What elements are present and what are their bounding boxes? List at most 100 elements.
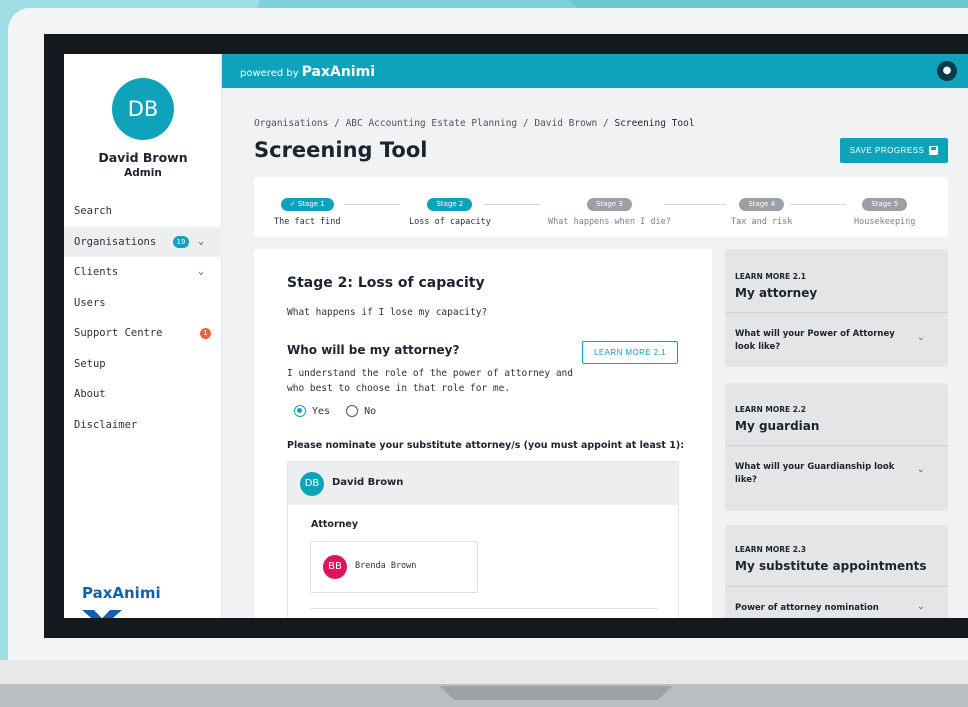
stage-2-pill: Stage 2 xyxy=(427,198,473,211)
learn-more-title: My attorney xyxy=(735,286,818,300)
stage-5-step[interactable]: Stage 5 Housekeeping xyxy=(854,191,915,227)
divider xyxy=(725,445,948,446)
chevron-down-icon[interactable]: ⌄ xyxy=(198,227,204,258)
sidebar-item-setup[interactable]: Setup xyxy=(64,349,222,380)
question-text: I understand the role of the power of at… xyxy=(287,368,573,394)
page-title: Screening Tool xyxy=(254,138,428,162)
stepper-connector xyxy=(344,204,400,205)
sidebar-item-about[interactable]: About xyxy=(64,379,222,410)
nominate-instruction: Please nominate your substitute attorney… xyxy=(287,440,684,451)
main-content: Organisations / ABC Accounting Estate Pl… xyxy=(222,88,968,618)
laptop-base xyxy=(0,660,968,686)
divider xyxy=(725,586,948,587)
nominee-avatar: DB xyxy=(300,472,324,496)
breadcrumb: Organisations / ABC Accounting Estate Pl… xyxy=(254,118,695,129)
sidebar-item-disclaimer[interactable]: Disclaimer xyxy=(64,410,222,441)
stage-1-label: The fact find xyxy=(274,217,341,227)
powered-by: powered by PaxAnimi xyxy=(240,64,375,80)
learn-more-question[interactable]: What will your Guardianship look like? xyxy=(735,461,905,487)
user-role: Admin xyxy=(124,167,162,179)
sidebar-item-label: Users xyxy=(74,296,106,309)
breadcrumb-link[interactable]: Organisations xyxy=(254,118,328,129)
sidebar-item-search[interactable]: Search xyxy=(64,196,222,227)
nominee-header[interactable]: DB David Brown xyxy=(288,462,678,505)
learn-more-title: My substitute appointments xyxy=(735,559,927,573)
breadcrumb-separator: / xyxy=(522,118,529,129)
nominee-panel: DB David Brown Attorney BB Brenda Brown xyxy=(287,461,679,618)
divider xyxy=(310,608,658,609)
stage-3-pill: Stage 3 xyxy=(586,198,632,211)
save-icon xyxy=(929,146,939,155)
logo-mark-icon xyxy=(82,610,122,618)
stage-4-pill: Stage 4 xyxy=(739,198,785,211)
learn-more-question[interactable]: What will your Power of Attorney look li… xyxy=(735,328,905,354)
sidebar-item-label: Organisations xyxy=(74,235,157,248)
save-progress-button[interactable]: SAVE PROGRESS xyxy=(840,138,948,163)
chevron-down-icon[interactable]: ⌄ xyxy=(917,602,925,612)
sidebar-nav: Search Organisations 19 ⌄ Clients ⌄ User… xyxy=(64,196,222,440)
breadcrumb-current: Screening Tool xyxy=(614,118,695,129)
user-avatar[interactable]: DB xyxy=(112,78,174,140)
question-title: Who will be my attorney? xyxy=(287,343,460,357)
sidebar-item-label: Search xyxy=(74,205,112,217)
stage-5-label: Housekeeping xyxy=(854,217,916,227)
stepper-connector xyxy=(484,204,540,205)
stepper-connector xyxy=(664,204,726,205)
attorney-name: Brenda Brown xyxy=(355,561,417,571)
sidebar-item-clients[interactable]: Clients ⌄ xyxy=(64,257,222,288)
footer-logo: PaxAnimi xyxy=(82,584,161,602)
learn-more-title: My guardian xyxy=(735,419,820,433)
radio-yes[interactable] xyxy=(294,405,306,417)
breadcrumb-separator: / xyxy=(334,118,340,129)
attorney-card[interactable]: BB Brenda Brown xyxy=(310,541,478,593)
stage-2-step[interactable]: Stage 2 Loss of capacity xyxy=(409,191,491,227)
user-name: David Brown xyxy=(98,150,188,165)
stage-2-label: Loss of capacity xyxy=(409,217,491,227)
stage-4-step[interactable]: Stage 4 Tax and risk xyxy=(731,191,792,227)
save-progress-label: SAVE PROGRESS xyxy=(849,146,925,155)
breadcrumb-link[interactable]: ABC Accounting Estate Planning xyxy=(346,118,518,129)
sidebar: DB David Brown Admin Search Organisation… xyxy=(64,54,222,618)
radio-yes-label: Yes xyxy=(312,405,331,417)
chevron-down-icon[interactable]: ⌄ xyxy=(917,333,925,343)
sidebar-item-users[interactable]: Users xyxy=(64,288,222,319)
yes-no-radio-group: Yes No xyxy=(294,405,376,417)
stage-4-label: Tax and risk xyxy=(731,217,793,227)
attorney-avatar: BB xyxy=(323,555,347,579)
radio-no[interactable] xyxy=(346,405,359,417)
chevron-down-icon[interactable]: ⌄ xyxy=(917,465,925,475)
breadcrumb-link[interactable]: David Brown xyxy=(534,118,597,129)
learn-more-kicker: LEARN MORE 2.2 xyxy=(735,405,807,414)
count-badge: 19 xyxy=(173,235,189,248)
attorney-label: Attorney xyxy=(311,519,359,530)
radio-no-label: No xyxy=(364,405,377,417)
stage-3-step[interactable]: Stage 3 What happens when I die? xyxy=(548,191,671,227)
brand-logo[interactable]: PaxAnimi xyxy=(302,64,375,80)
stage-1-step[interactable]: ✓ Stage 1 The fact find xyxy=(274,191,341,227)
sidebar-item-label: Setup xyxy=(74,357,106,370)
learn-more-panel-2-3: LEARN MORE 2.3 My substitute appointment… xyxy=(725,525,948,618)
learn-more-question[interactable]: Power of attorney nomination xyxy=(735,602,905,615)
stage-content-card: Stage 2: Loss of capacity What happens i… xyxy=(254,249,712,618)
sidebar-item-label: Disclaimer xyxy=(74,418,138,431)
learn-more-panel-2-1: LEARN MORE 2.1 My attorney What will you… xyxy=(725,249,948,367)
user-menu-icon[interactable]: ● xyxy=(937,61,957,81)
sidebar-item-support-centre[interactable]: Support Centre 1 xyxy=(64,318,222,349)
learn-more-button[interactable]: LEARN MORE 2.1 xyxy=(582,341,678,364)
nominee-name: David Brown xyxy=(332,477,404,488)
sidebar-item-label: Clients xyxy=(74,266,119,278)
learn-more-kicker: LEARN MORE 2.3 xyxy=(735,545,807,554)
sidebar-item-label: About xyxy=(74,388,106,400)
learn-more-kicker: LEARN MORE 2.1 xyxy=(735,272,807,281)
chevron-down-icon[interactable]: ⌄ xyxy=(198,257,204,288)
stage-subtitle: What happens if I lose my capacity? xyxy=(287,307,488,318)
divider xyxy=(725,312,948,313)
sidebar-item-organisations[interactable]: Organisations 19 ⌄ xyxy=(64,226,222,258)
stage-stepper: ✓ Stage 1 The fact find Stage 2 Loss of … xyxy=(254,177,948,237)
stage-title: Stage 2: Loss of capacity xyxy=(287,275,485,291)
stage-5-pill: Stage 5 xyxy=(862,198,908,211)
app-screen: DB David Brown Admin Search Organisation… xyxy=(64,54,968,618)
breadcrumb-separator: / xyxy=(603,118,609,129)
top-bar: powered by PaxAnimi ● xyxy=(222,54,968,88)
learn-more-panel-2-2: LEARN MORE 2.2 My guardian What will you… xyxy=(725,383,948,511)
